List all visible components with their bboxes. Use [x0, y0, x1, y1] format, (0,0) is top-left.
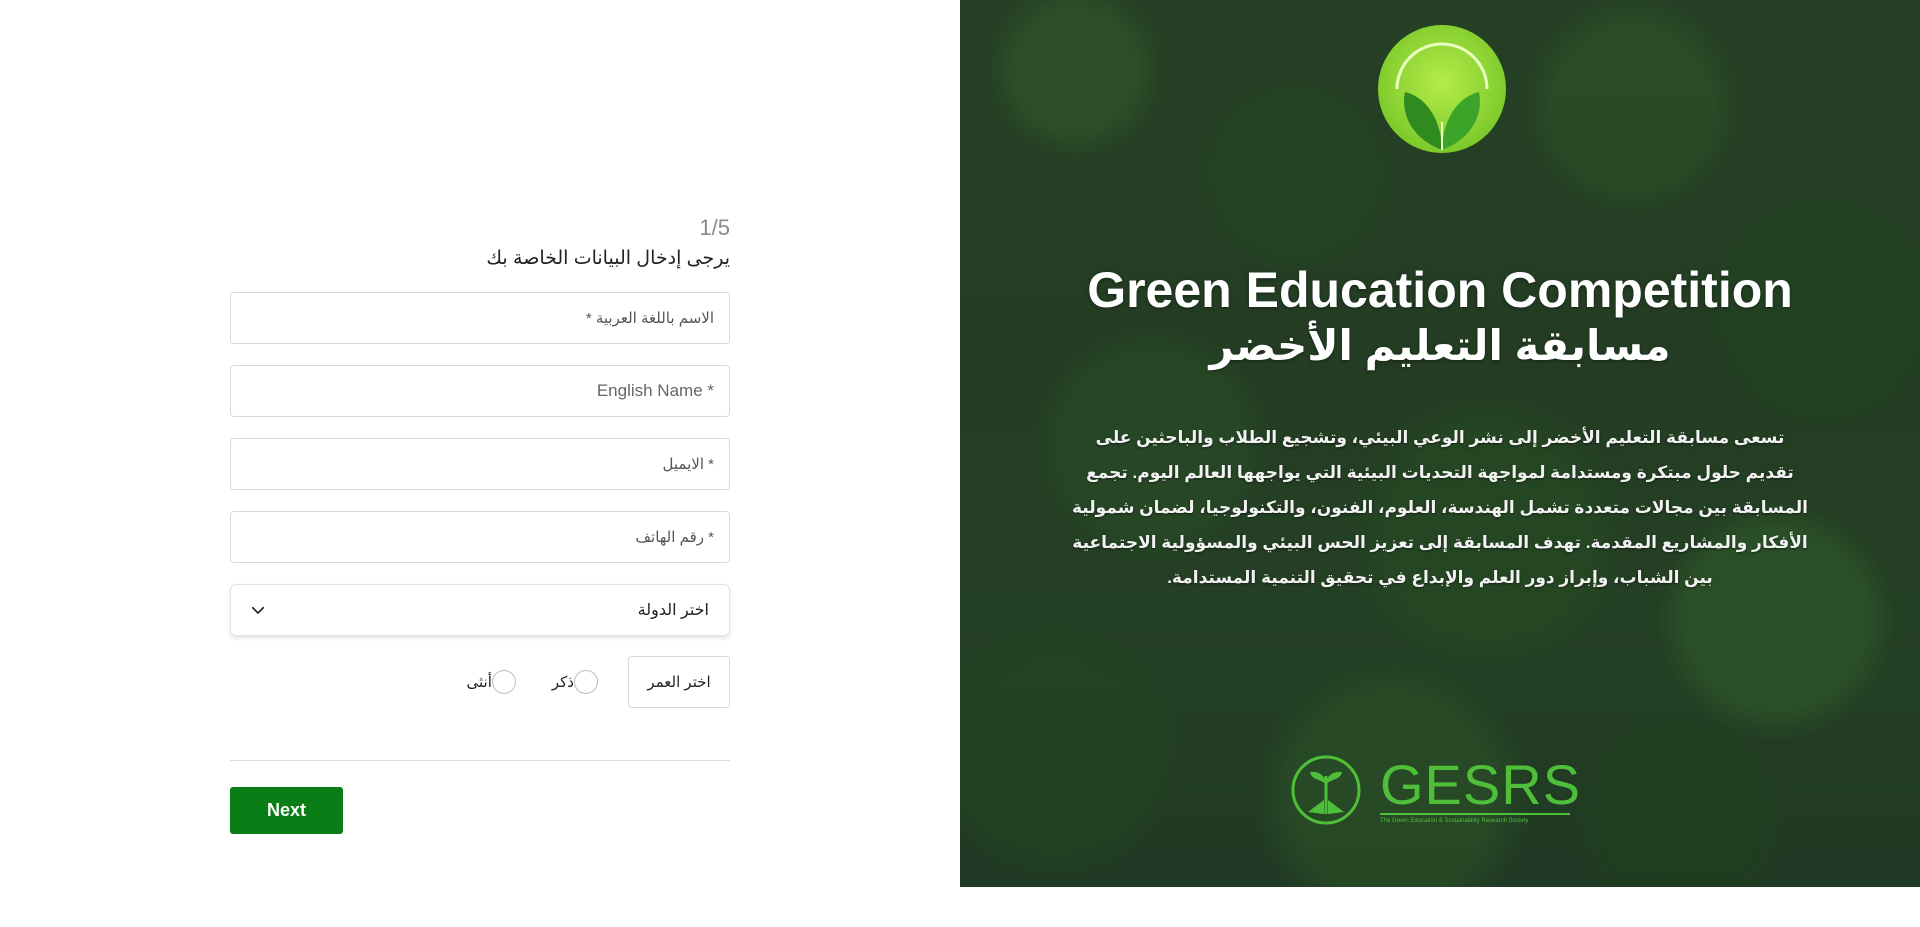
country-select[interactable]: اختر الدولة [230, 584, 730, 636]
gender-radio-group: ذكر أنثى [431, 670, 598, 694]
chevron-down-icon [251, 606, 265, 614]
radio-circle[interactable] [491, 670, 516, 694]
country-select-label: اختر الدولة [637, 602, 709, 619]
hero-title-english: Green Education Competition [1087, 262, 1793, 318]
hero-description: تسعى مسابقة التعليم الأخضر إلى نشر الوعي… [1072, 428, 1808, 587]
arabic-name-input[interactable] [231, 293, 729, 343]
registration-form: 1/5 يرجى إدخال البيانات الخاصة بك اختر ا… [230, 215, 730, 841]
gender-male-label: ذكر [551, 674, 574, 691]
phone-field[interactable] [230, 511, 730, 563]
age-gender-row: اختر العمر ذكر أنثى [230, 656, 730, 708]
gesrs-logo-text: GESRS [1380, 752, 1582, 816]
hero-title-arabic: مسابقة التعليم الأخضر [1209, 322, 1671, 369]
gesrs-logo: GESRS The Green Education & Sustainabili… [1290, 750, 1590, 830]
radio-circle[interactable] [574, 670, 598, 694]
gender-female-radio[interactable]: أنثى [457, 670, 516, 694]
competition-logo [1378, 25, 1506, 153]
gender-female-label: أنثى [466, 674, 492, 691]
email-input[interactable] [231, 439, 729, 489]
phone-input[interactable] [231, 512, 729, 562]
age-select[interactable]: اختر العمر [628, 656, 730, 708]
step-indicator: 1/5 [699, 215, 730, 240]
arabic-name-field[interactable] [230, 292, 730, 344]
email-field[interactable] [230, 438, 730, 490]
button-row: Next [230, 761, 730, 841]
form-subtitle: يرجى إدخال البيانات الخاصة بك [486, 248, 730, 269]
gesrs-emblem-icon [1291, 755, 1361, 825]
english-name-field[interactable] [230, 365, 730, 417]
hero-panel: Green Education Competition مسابقة التعل… [960, 0, 1920, 887]
next-button[interactable]: Next [230, 787, 343, 834]
english-name-input[interactable] [231, 366, 729, 416]
gender-male-radio[interactable]: ذكر [542, 670, 598, 694]
